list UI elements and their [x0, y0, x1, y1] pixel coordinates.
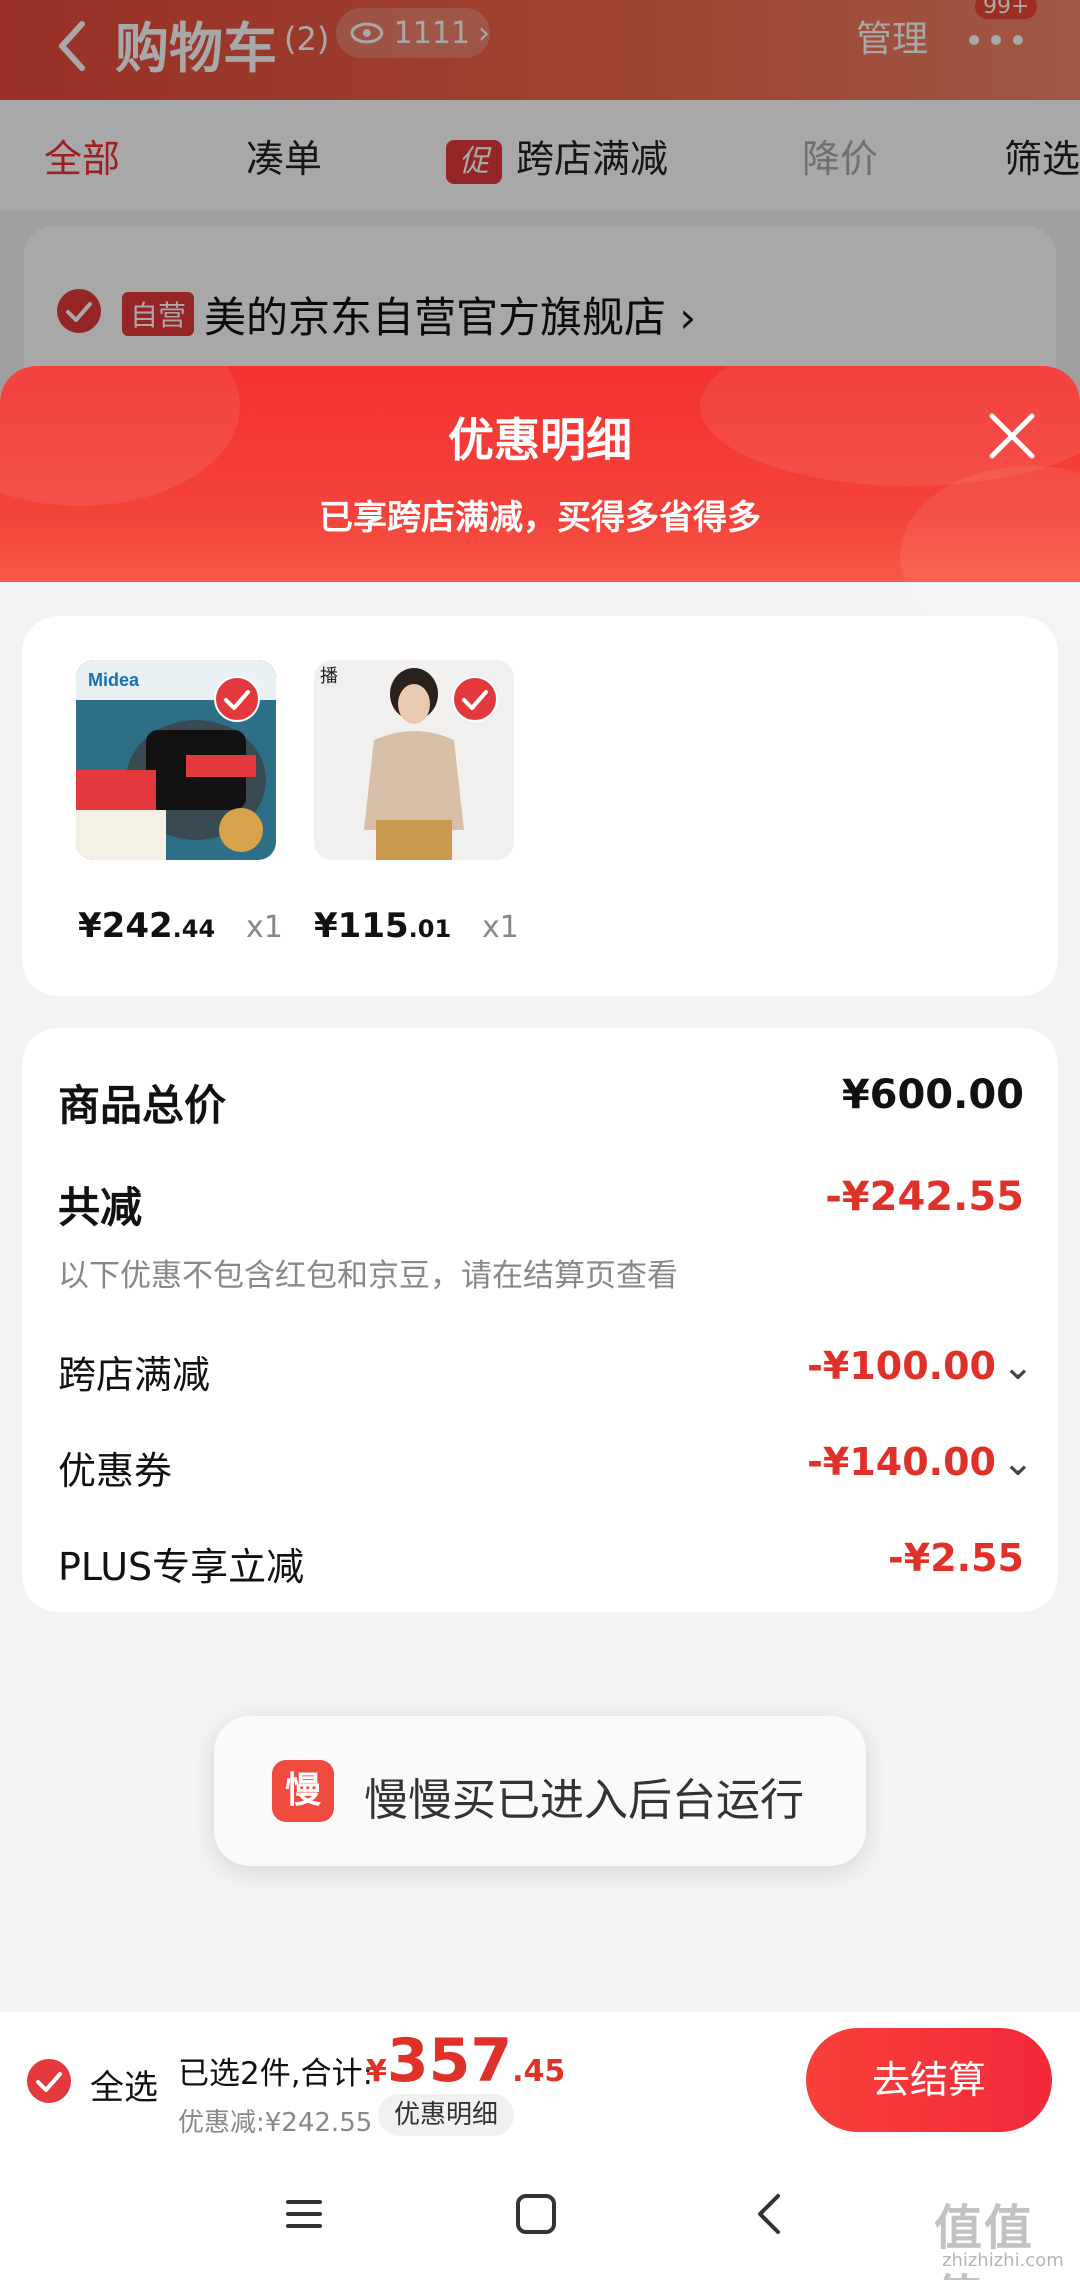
total-reduce-value: -¥242.55	[825, 1174, 1024, 1220]
total-amount: ¥357.45	[366, 2026, 566, 2096]
cross-store-label: 跨店满减	[58, 1353, 211, 1397]
product-price: ¥115.01	[314, 906, 452, 946]
plus-discount-label: PLUS专享立减	[58, 1545, 305, 1589]
price-breakdown-card: 商品总价 ¥600.00 共减 -¥242.55 以下优惠不包含红包和京豆，请在…	[22, 1028, 1058, 1612]
product-qty: x1	[482, 910, 519, 945]
product-qty: x1	[246, 910, 283, 945]
chevron-down-icon: ⌄	[1002, 1344, 1034, 1388]
sheet-subtitle: 已享跨店满减，买得多省得多	[319, 498, 761, 538]
plus-discount-value: -¥2.55	[888, 1536, 1024, 1580]
watermark-url: zhizhizhi.com	[942, 2250, 1064, 2271]
close-icon[interactable]	[984, 408, 1040, 464]
background-toast: 慢 慢慢买已进入后台运行	[214, 1716, 866, 1866]
check-circle-icon[interactable]	[26, 2058, 72, 2104]
back-icon[interactable]	[740, 2184, 800, 2244]
recent-apps-icon[interactable]	[274, 2184, 334, 2244]
discount-note: 以下优惠不包含红包和京豆，请在结算页查看	[58, 1258, 678, 1294]
selected-products-card: Midea ¥242.44 x1 播 ¥115.01 x1	[22, 616, 1058, 996]
discount-detail-button[interactable]: 优惠明细	[378, 2094, 515, 2136]
system-nav-bar	[0, 2148, 1080, 2280]
coupon-label: 优惠券	[58, 1449, 173, 1493]
check-circle-icon	[452, 676, 498, 722]
app-icon: 慢	[272, 1760, 334, 1822]
toast-text: 慢慢买已进入后台运行	[364, 1775, 804, 1826]
total-price-label: 商品总价	[58, 1081, 227, 1130]
total-reduce-label: 共减	[58, 1183, 143, 1232]
discount-detail-sheet: 优惠明细 已享跨店满减，买得多省得多 Midea ¥242.44 x1 播 ¥1…	[0, 366, 1080, 2280]
check-circle-icon	[214, 676, 260, 722]
checkout-bar: 全选 已选2件,合计: ¥357.45 优惠减:¥242.55 优惠明细 去结算	[0, 2012, 1080, 2148]
sheet-title: 优惠明细	[448, 413, 632, 467]
selected-count: 已选2件,合计:	[178, 2056, 374, 2092]
chevron-down-icon: ⌄	[1002, 1440, 1034, 1484]
home-icon[interactable]	[506, 2184, 566, 2244]
product-price: ¥242.44	[78, 906, 216, 946]
svg-text:Midea: Midea	[88, 670, 140, 690]
sheet-header: 优惠明细 已享跨店满减，买得多省得多	[0, 366, 1080, 646]
total-price-value: ¥600.00	[841, 1072, 1024, 1118]
discount-summary: 优惠减:¥242.55	[178, 2108, 373, 2138]
select-all-label[interactable]: 全选	[90, 2060, 158, 2109]
coupon-value[interactable]: -¥140.00 ⌄	[807, 1440, 1034, 1484]
checkout-button[interactable]: 去结算	[806, 2028, 1052, 2132]
cross-store-value[interactable]: -¥100.00 ⌄	[807, 1344, 1034, 1388]
svg-text:播: 播	[320, 666, 338, 687]
